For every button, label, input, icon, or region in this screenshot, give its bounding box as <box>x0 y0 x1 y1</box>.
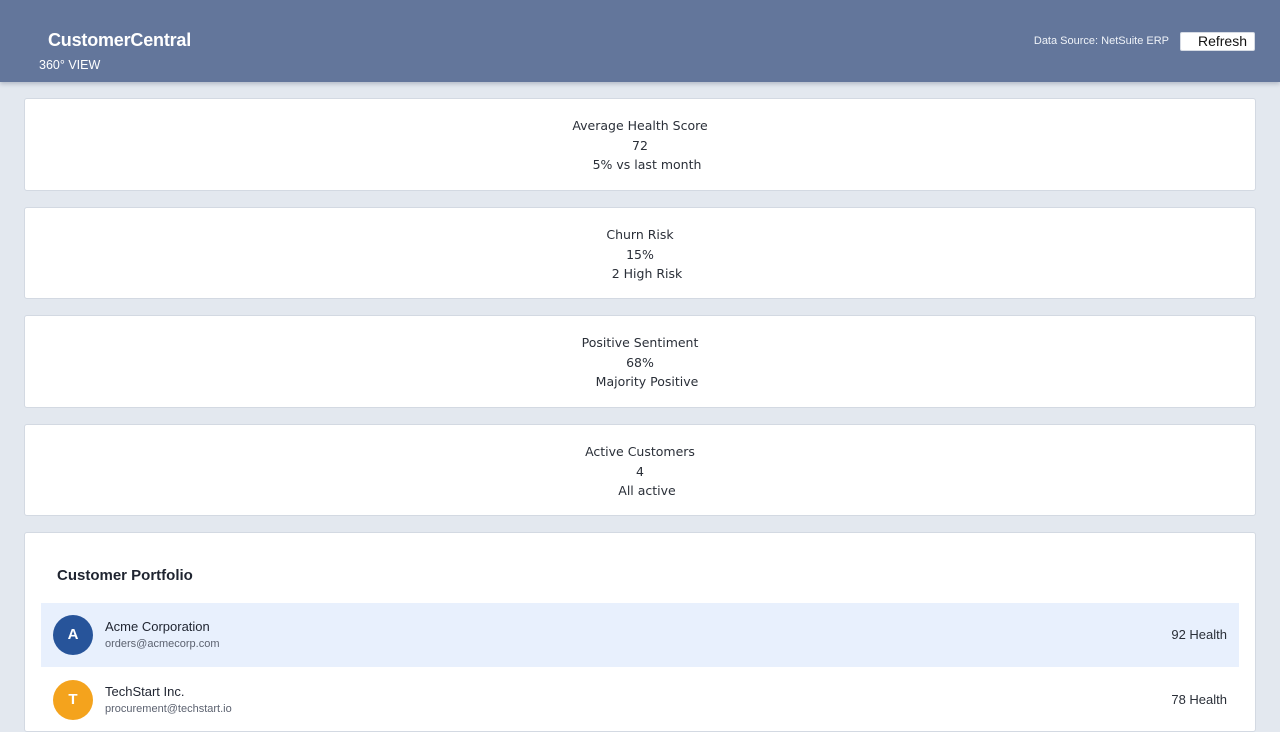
metric-subtext: 2 High Risk <box>611 266 683 281</box>
metric-label: Churn Risk <box>606 227 674 242</box>
metric-value: 68% <box>626 355 654 370</box>
customer-portfolio-panel: Customer Portfolio A Acme Corporation or… <box>24 532 1256 732</box>
metric-card-active-customers: Active Customers 4 All active <box>24 424 1256 516</box>
metric-value: 4 <box>636 464 644 479</box>
metric-card-churn-risk: Churn Risk 15% 2 High Risk <box>24 207 1256 299</box>
customer-row[interactable]: A Acme Corporation orders@acmecorp.com 9… <box>41 603 1239 667</box>
customer-name: TechStart Inc. <box>105 684 185 699</box>
health-score: 92 Health <box>1171 627 1227 642</box>
metric-value: 72 <box>632 138 648 153</box>
metric-label: Active Customers <box>585 444 695 459</box>
metric-subtext: Majority Positive <box>595 374 699 389</box>
metric-label: Average Health Score <box>572 118 708 133</box>
app-title: CustomerCentral <box>48 30 192 50</box>
app-header: CustomerCentral 360° VIEW Data Source: N… <box>0 0 1280 82</box>
portfolio-title: Customer Portfolio <box>57 567 193 584</box>
customer-email: orders@acmecorp.com <box>105 638 220 650</box>
refresh-button[interactable]: Refresh <box>1180 32 1255 51</box>
customer-email: procurement@techstart.io <box>105 703 232 715</box>
app-subtitle: 360° VIEW <box>39 58 101 72</box>
metric-subtext: 5% vs last month <box>592 157 702 172</box>
metric-card-positive-sentiment: Positive Sentiment 68% Majority Positive <box>24 315 1256 408</box>
metric-label: Positive Sentiment <box>581 335 699 350</box>
metric-value: 15% <box>626 247 654 262</box>
metric-subtext: All active <box>618 483 676 498</box>
avatar: T <box>53 680 93 720</box>
health-score: 78 Health <box>1171 692 1227 707</box>
metric-card-health-score: Average Health Score 72 5% vs last month <box>24 98 1256 191</box>
customer-row[interactable]: T TechStart Inc. procurement@techstart.i… <box>41 668 1239 732</box>
customer-name: Acme Corporation <box>105 619 210 634</box>
avatar: A <box>53 615 93 655</box>
data-source-label: Data Source: NetSuite ERP <box>1033 35 1169 47</box>
